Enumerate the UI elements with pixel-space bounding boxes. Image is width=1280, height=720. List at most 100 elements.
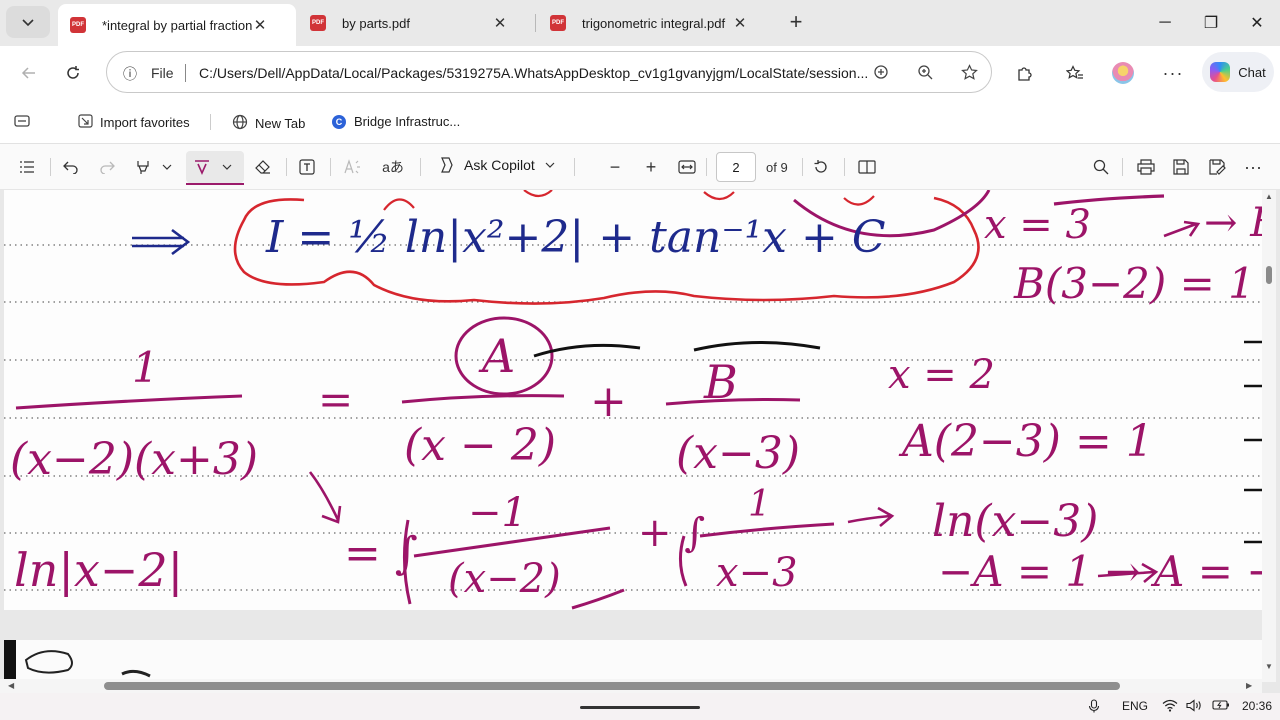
language-indicator[interactable]: ENG: [1122, 699, 1148, 713]
zoom-out-button[interactable]: −: [604, 156, 626, 178]
horizontal-scrollbar[interactable]: ◀ ▶: [0, 679, 1262, 693]
address-bar[interactable]: ⓘ File C:/Users/Dell/AppData/Local/Packa…: [106, 51, 992, 93]
chevron-down-icon: [162, 164, 172, 170]
scroll-up-arrow-icon[interactable]: ▲: [1265, 192, 1273, 201]
close-window-button[interactable]: ✕: [1234, 8, 1280, 38]
wifi-icon[interactable]: [1162, 699, 1178, 715]
page-view-icon: [858, 160, 876, 174]
profile-button[interactable]: [1108, 58, 1138, 88]
settings-more-button[interactable]: ···: [1158, 58, 1188, 88]
highlight-button[interactable]: [132, 156, 154, 178]
tab-title: trigonometric integral.pdf: [582, 15, 726, 31]
more-dots-icon: ···: [1244, 156, 1262, 177]
pdf-viewer[interactable]: I = ½ ln|x²+2| + tan⁻¹x + C x = 3 → B = …: [0, 190, 1280, 693]
avatar: [1112, 62, 1134, 84]
favorite-star-icon[interactable]: [961, 64, 978, 85]
bridge-site-icon: C: [332, 114, 346, 129]
favorite-new-tab[interactable]: New Tab: [232, 114, 305, 133]
toolbar-separator: [574, 158, 575, 176]
draw-button[interactable]: [192, 156, 212, 178]
microphone-icon[interactable]: [1088, 699, 1100, 716]
ink-result: I = ½ ln|x²+2| + tan⁻¹x + C: [265, 212, 886, 263]
read-aloud-icon: [344, 159, 360, 174]
fit-width-button[interactable]: [676, 156, 698, 178]
tab-close-icon[interactable]: ✕: [252, 16, 268, 34]
rotate-icon: [814, 160, 827, 173]
ink-a: A: [478, 329, 515, 383]
print-button[interactable]: [1134, 156, 1158, 178]
clock[interactable]: 20:36: [1242, 699, 1272, 713]
undo-button[interactable]: [60, 156, 82, 178]
save-button[interactable]: [1170, 156, 1192, 178]
redo-button[interactable]: [96, 156, 118, 178]
favorite-bridge-infrastructure[interactable]: C Bridge Infrastruc...: [332, 114, 460, 129]
back-button[interactable]: [14, 58, 44, 88]
tab-bar: PDF *integral by partial fraction... ✕ P…: [0, 0, 1280, 46]
extensions-button[interactable]: [1009, 58, 1039, 88]
ink-x-minus-3: (x−3): [676, 428, 800, 479]
pdf-toolbar: aあ Ask Copilot − + 2 of 9 ···: [0, 144, 1280, 190]
toolbar-separator: [706, 158, 707, 176]
puzzle-icon: [1017, 66, 1032, 81]
battery-icon[interactable]: [1212, 699, 1230, 714]
draw-options-chevron[interactable]: [220, 156, 234, 178]
info-icon[interactable]: ⓘ: [123, 64, 137, 84]
url-text[interactable]: C:/Users/Dell/AppData/Local/Packages/531…: [199, 65, 869, 81]
tab-separator: [535, 14, 536, 32]
rotate-button[interactable]: [810, 156, 832, 178]
vertical-scroll-thumb[interactable]: [1266, 266, 1272, 284]
scroll-down-arrow-icon[interactable]: ▼: [1265, 662, 1273, 671]
tab-close-icon[interactable]: ✕: [492, 14, 508, 32]
page-number-input[interactable]: 2: [716, 152, 756, 182]
favorite-label: Import favorites: [100, 115, 190, 130]
scroll-right-arrow-icon[interactable]: ▶: [1246, 681, 1252, 690]
favorite-import-favorites[interactable]: Import favorites: [78, 114, 190, 131]
vertical-scrollbar[interactable]: ▲ ▼: [1262, 190, 1276, 682]
minimize-button[interactable]: ─: [1142, 8, 1188, 38]
chat-label: Chat: [1238, 64, 1266, 80]
favorites-button[interactable]: [1060, 58, 1090, 88]
copilot-chat-button[interactable]: Chat: [1202, 52, 1274, 92]
ink-equals-integral: = ∫: [344, 528, 418, 579]
table-of-contents-button[interactable]: [16, 156, 38, 178]
tab-by-parts[interactable]: PDF by parts.pdf ✕: [298, 4, 534, 42]
page-view-button[interactable]: [856, 156, 878, 178]
pdf-file-icon: PDF: [70, 17, 86, 33]
copilot-logo-icon: [1210, 62, 1231, 82]
refresh-icon: [67, 66, 79, 79]
refresh-button[interactable]: [58, 58, 88, 88]
add-text-button[interactable]: [296, 156, 318, 178]
tab-integral-partial-fraction[interactable]: PDF *integral by partial fraction... ✕: [58, 4, 296, 46]
tab-trigonometric-integral[interactable]: PDF trigonometric integral.pdf ✕: [538, 4, 774, 42]
more-options-button[interactable]: ···: [1242, 156, 1264, 178]
tab-actions-menu-button[interactable]: [6, 6, 50, 38]
search-icon: [1093, 159, 1109, 175]
toolbar-separator: [844, 158, 845, 176]
back-arrow-icon: [21, 67, 35, 79]
zoom-icon[interactable]: [917, 64, 933, 84]
ink-x-eq-2: x = 2: [888, 352, 995, 398]
ink-x-eq-3: x = 3: [984, 202, 1091, 248]
favorites-bar-toggle[interactable]: [14, 114, 30, 128]
read-aloud-button[interactable]: [340, 156, 364, 178]
ask-copilot-button[interactable]: Ask Copilot: [438, 157, 555, 173]
tab-close-icon[interactable]: ✕: [732, 14, 748, 32]
highlight-options-chevron[interactable]: [160, 156, 174, 178]
translate-button[interactable]: aあ: [380, 156, 406, 178]
more-dots-icon: ···: [1162, 62, 1184, 83]
erase-button[interactable]: [252, 156, 274, 178]
find-button[interactable]: [1090, 156, 1112, 178]
chevron-down-icon: [222, 164, 232, 170]
restore-button[interactable]: ❐: [1188, 8, 1234, 38]
horizontal-scroll-thumb[interactable]: [104, 682, 1120, 690]
ink-x-minus-2-lower: (x−2): [448, 556, 561, 602]
zoom-in-button[interactable]: +: [640, 156, 662, 178]
tab-title: by parts.pdf: [342, 15, 410, 31]
chevron-down-icon: [22, 19, 34, 27]
reading-mode-icon[interactable]: [873, 64, 889, 84]
scroll-left-arrow-icon[interactable]: ◀: [8, 681, 14, 690]
contents-list-icon: [20, 161, 34, 173]
volume-icon[interactable]: [1186, 699, 1203, 715]
save-as-button[interactable]: [1206, 156, 1228, 178]
new-tab-button[interactable]: +: [782, 10, 810, 36]
